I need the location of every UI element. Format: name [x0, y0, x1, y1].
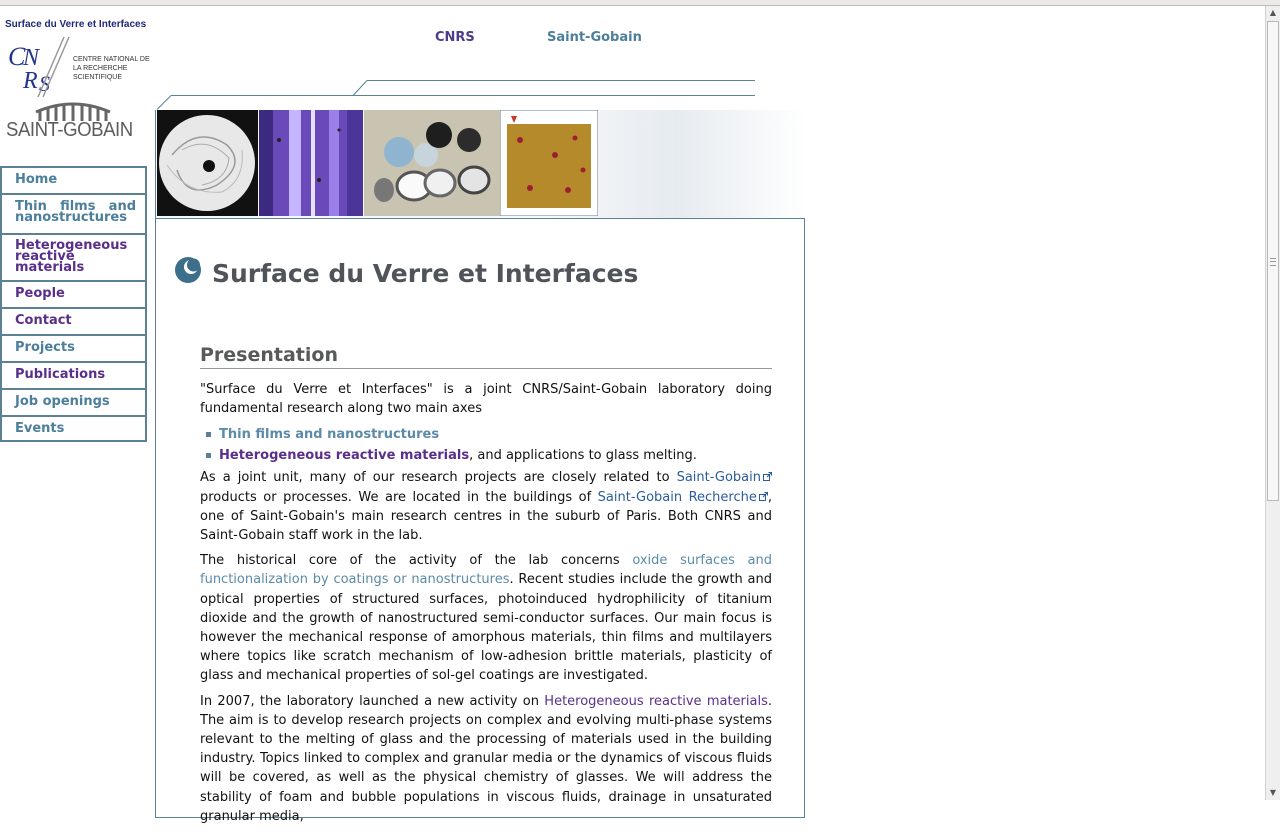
text: . Recent studies include the growth and … [200, 572, 773, 684]
intro-paragraph: "Surface du Verre et Interfaces" is a jo… [200, 382, 772, 417]
scrollbar-grip-icon [1270, 258, 1276, 266]
text: As a joint unit, many of our research pr… [200, 470, 677, 486]
sidebar-item-job-openings[interactable]: Job openings [0, 388, 147, 415]
external-link-icon [758, 491, 768, 501]
bullet-icon [206, 432, 211, 438]
historical-core-paragraph: The historical core of the activity of t… [200, 551, 772, 685]
crescent-moon-icon [175, 257, 201, 283]
vertical-scrollbar[interactable]: ▲ ▼ [1265, 6, 1280, 800]
lab-logo[interactable]: Surface du Verre et Interfaces C N R S C… [3, 18, 153, 148]
window-top-edge [0, 0, 1280, 6]
sidebar-item-publications[interactable]: Publications [0, 361, 147, 388]
saint-gobain-link[interactable]: Saint-Gobain [547, 30, 642, 45]
svg-text:R: R [22, 68, 38, 94]
saint-gobain-external-link[interactable]: Saint-Gobain [677, 470, 761, 485]
thin-films-link[interactable]: Thin films and nanostructures [219, 427, 439, 442]
main-content: Surface du Verre et Interfaces Presentat… [155, 218, 805, 824]
sidebar-item-home[interactable]: Home [0, 166, 147, 193]
section-title: Presentation [200, 344, 772, 369]
text: In 2007, the laboratory launched a new a… [200, 693, 545, 709]
cnrs-link[interactable]: CNRS [435, 30, 475, 45]
sidebar-item-contact[interactable]: Contact [0, 307, 147, 334]
heterogeneous-materials-link[interactable]: Heterogeneous reactive materials [219, 448, 469, 463]
joint-unit-paragraph: As a joint unit, many of our research pr… [200, 468, 772, 545]
heterogeneous-materials-inline-link[interactable]: Heterogeneous reactive materials [544, 694, 768, 709]
sidebar-item-projects[interactable]: Projects [0, 334, 147, 361]
sidebar-item-heterogeneous-reactive-materials[interactable]: Heterogeneous reactive materials [0, 233, 147, 280]
list-item: Thin films and nanostructures [206, 424, 772, 445]
page-title: Surface du Verre et Interfaces [212, 259, 639, 288]
scroll-down-arrow-icon[interactable]: ▼ [1266, 786, 1280, 800]
external-link-icon [763, 472, 772, 482]
sidebar-item-thin-films[interactable]: Thin films and nanostructures [0, 193, 147, 233]
sidebar-item-events[interactable]: Events [0, 415, 147, 442]
cnrs-logo-icon: C N R S [8, 36, 70, 97]
saint-gobain-recherche-link[interactable]: Saint-Gobain Recherche [598, 490, 757, 505]
banner-photo-afm-map [500, 110, 598, 216]
scroll-up-arrow-icon[interactable]: ▲ [1266, 6, 1280, 20]
sidebar-item-people[interactable]: People [0, 280, 147, 307]
text: The historical core of the activity of t… [200, 553, 633, 569]
banner-photo-microscopy [259, 110, 363, 216]
sidebar-nav: Home Thin films and nanostructures Heter… [0, 166, 147, 442]
header-decorative-lines [156, 80, 755, 110]
new-activity-paragraph: In 2007, the laboratory launched a new a… [200, 692, 772, 826]
photo-banner [155, 110, 806, 218]
axis-suffix: , and applications to glass melting. [469, 448, 697, 464]
presentation-section: Presentation "Surface du Verre et Interf… [200, 344, 772, 832]
text: . The aim is to develop research project… [200, 693, 773, 824]
cnrs-full-name: CENTRE NATIONAL DE LA RECHERCHE SCIENTIF… [73, 56, 150, 81]
banner-photo-samples [364, 110, 500, 216]
research-axes-list: Thin films and nanostructures Heterogene… [200, 424, 772, 466]
logo-title: Surface du Verre et Interfaces [5, 19, 147, 30]
saint-gobain-wordmark: SAINT-GOBAIN [6, 119, 133, 141]
banner-photo-fluid-pattern [157, 110, 258, 216]
bullet-icon [206, 453, 211, 459]
text: products or processes. We are located in… [200, 489, 598, 505]
list-item: Heterogeneous reactive materials, and ap… [206, 445, 772, 466]
scrollbar-thumb[interactable] [1267, 21, 1279, 501]
